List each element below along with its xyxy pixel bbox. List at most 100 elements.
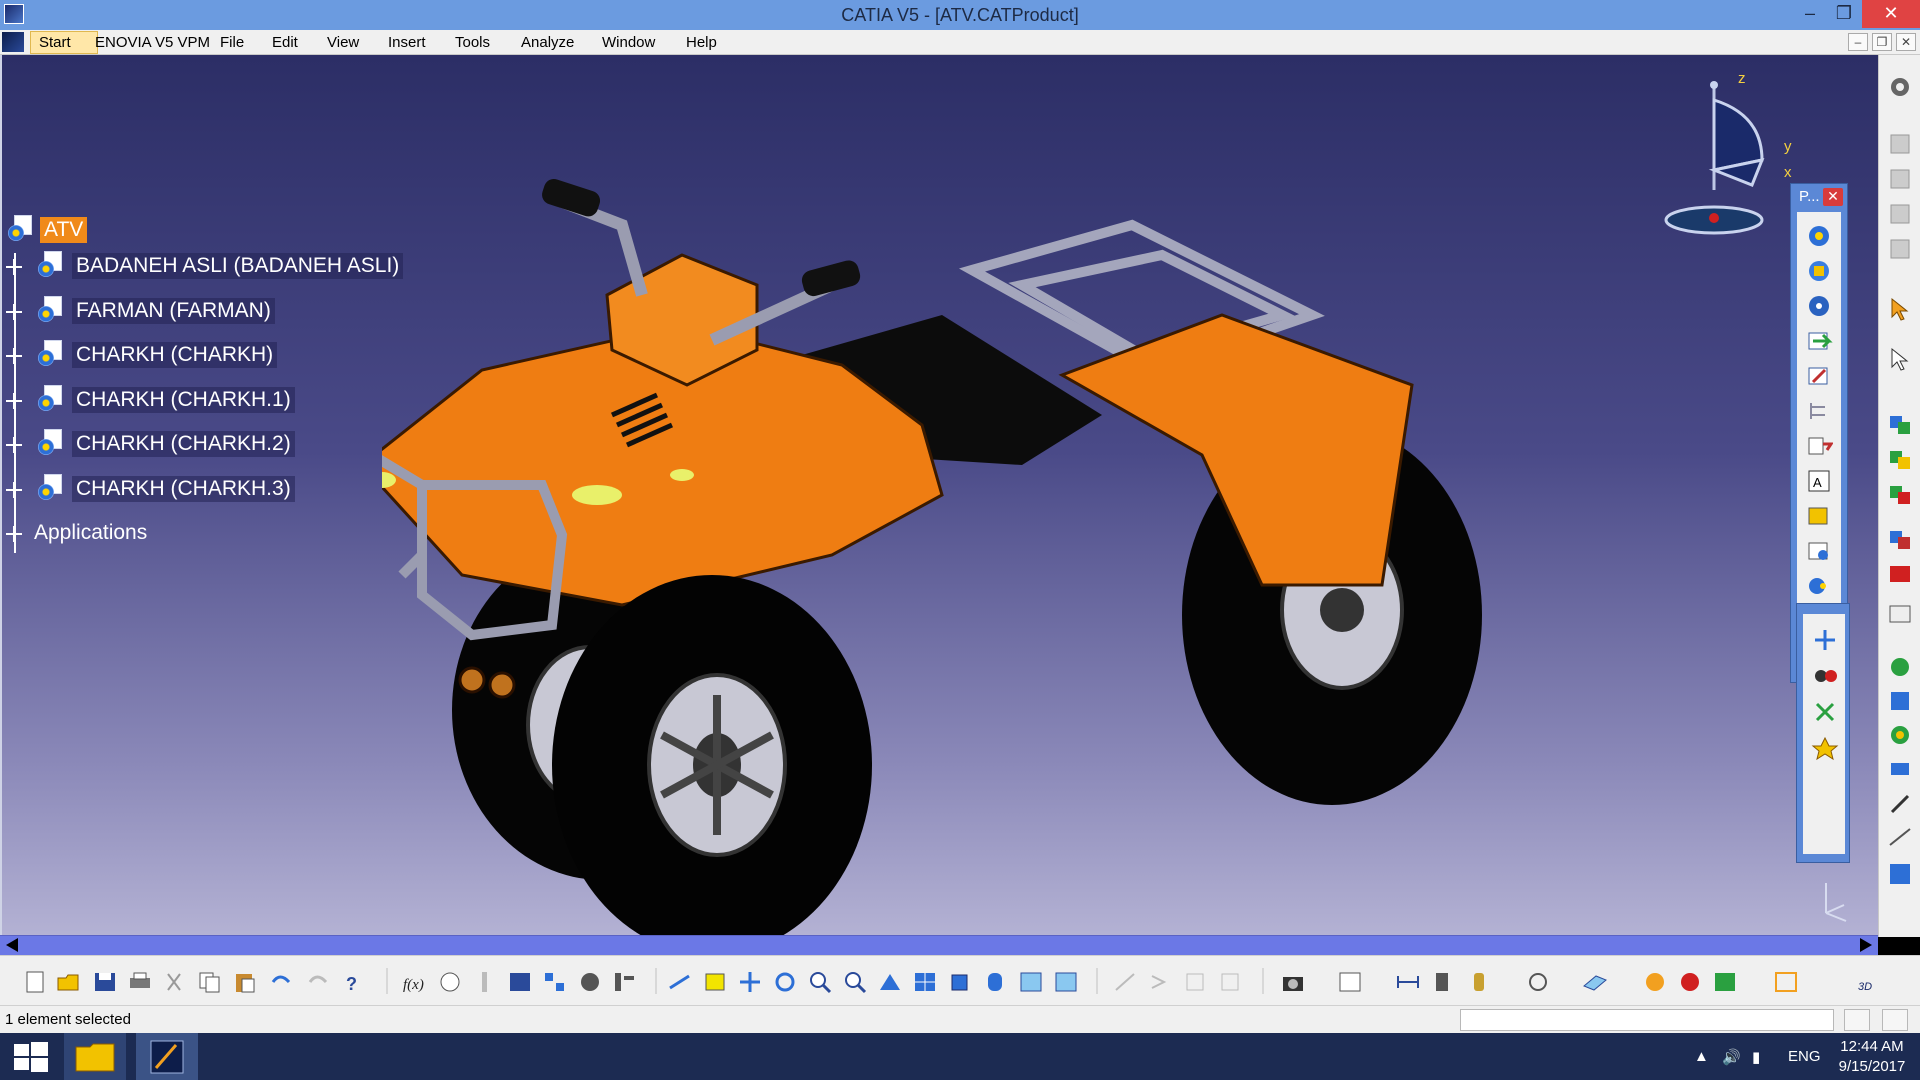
whats-this-icon[interactable]: ?	[342, 970, 368, 994]
manage-representations-icon[interactable]	[1805, 537, 1833, 565]
catalog-browser-icon[interactable]	[577, 970, 603, 994]
assembly-icon[interactable]	[1886, 200, 1914, 228]
table-icon[interactable]	[507, 970, 533, 994]
copy-view-icon[interactable]	[1183, 970, 1209, 994]
menu-analyze[interactable]: Analyze	[521, 34, 574, 51]
tree-node-label[interactable]: CHARKH (CHARKH)	[72, 342, 278, 368]
command-options-button[interactable]	[1844, 1009, 1870, 1031]
menu-window[interactable]: Window	[602, 34, 655, 51]
pan-icon[interactable]	[737, 970, 763, 994]
coincidence-constraint-icon[interactable]	[1886, 410, 1914, 438]
power-input-button[interactable]	[1882, 1009, 1908, 1031]
annotation-icon[interactable]	[1886, 825, 1914, 853]
doc-minimize-button[interactable]: –	[1848, 33, 1868, 51]
update-icon[interactable]	[1886, 653, 1914, 681]
paste-view-icon[interactable]	[1218, 970, 1244, 994]
zoom-in-icon[interactable]	[807, 970, 833, 994]
tree-root-label[interactable]: ATV	[40, 217, 88, 243]
select-arrow-icon[interactable]	[1886, 295, 1914, 323]
compass-widget[interactable]: z y x	[1662, 65, 1802, 235]
multi-view-icon[interactable]	[912, 970, 938, 994]
product-gear-icon[interactable]	[1805, 222, 1833, 250]
tray-overflow-icon[interactable]: ▲	[1694, 1048, 1709, 1065]
reload-icon[interactable]	[1525, 970, 1551, 994]
distance-analysis-icon[interactable]	[1886, 755, 1914, 783]
menu-help[interactable]: Help	[686, 34, 717, 51]
catia-taskbar-icon[interactable]	[136, 1033, 198, 1080]
iso-view-icon[interactable]	[947, 970, 973, 994]
tree-node-label[interactable]: BADANEH ASLI (BADANEH ASLI)	[72, 253, 404, 279]
atv-3d-model[interactable]	[382, 155, 1492, 937]
arrow-right-icon[interactable]	[1148, 970, 1174, 994]
contact-constraint-icon[interactable]	[1886, 445, 1914, 473]
save-icon[interactable]	[92, 970, 118, 994]
numbering-icon[interactable]: A	[1805, 467, 1833, 495]
explode-icon[interactable]	[1811, 662, 1839, 690]
menu-view[interactable]: View	[327, 34, 359, 51]
smart-tool-icon[interactable]	[1112, 970, 1138, 994]
gear-icon[interactable]	[1886, 73, 1914, 101]
reorder-icon[interactable]	[1805, 432, 1833, 460]
tree-node-label[interactable]: CHARKH (CHARKH.3)	[72, 476, 295, 502]
normal-view-icon[interactable]	[877, 970, 903, 994]
component-icon[interactable]	[1805, 292, 1833, 320]
multi-instantiation-icon[interactable]	[1805, 572, 1833, 600]
menu-start[interactable]: Start	[30, 31, 98, 54]
apply-material-icon[interactable]	[1712, 970, 1738, 994]
measure-item-icon[interactable]	[1430, 970, 1456, 994]
replace-component-icon[interactable]	[1805, 362, 1833, 390]
tree-node-label[interactable]: CHARKH (CHARKH.2)	[72, 431, 295, 457]
fly-mode-icon[interactable]	[667, 970, 693, 994]
redo-icon[interactable]	[305, 970, 331, 994]
smart-move-icon[interactable]	[1811, 734, 1839, 762]
swap-visible-space-icon[interactable]	[1053, 970, 1079, 994]
expand-icon[interactable]	[6, 437, 22, 453]
copy-icon[interactable]	[197, 970, 223, 994]
fit-all-icon[interactable]	[702, 970, 728, 994]
scroll-left-arrow-icon[interactable]	[6, 938, 18, 952]
tree-node-label[interactable]: CHARKH (CHARKH.1)	[72, 387, 295, 413]
menu-tools[interactable]: Tools	[455, 34, 490, 51]
shading-icon[interactable]	[982, 970, 1008, 994]
windows-start-icon[interactable]	[0, 1033, 62, 1080]
clash-analysis-icon[interactable]	[1886, 687, 1914, 715]
expand-icon[interactable]	[6, 393, 22, 409]
scene-icon[interactable]	[1337, 970, 1363, 994]
render-icon[interactable]	[1642, 970, 1668, 994]
fix-component-icon[interactable]	[1886, 560, 1914, 588]
scroll-right-arrow-icon[interactable]	[1860, 938, 1872, 952]
formula-icon[interactable]: f(x)	[402, 970, 428, 994]
open-icon[interactable]	[56, 970, 82, 994]
snap-icon[interactable]	[1811, 698, 1839, 726]
battery-icon[interactable]: ▮	[1752, 1048, 1760, 1066]
close-button[interactable]: ✕	[1862, 0, 1920, 28]
link-icon[interactable]	[472, 970, 498, 994]
new-icon[interactable]	[22, 970, 48, 994]
floating-toolbar-close-button[interactable]: ✕	[1823, 188, 1843, 206]
constraints-toolbar[interactable]	[1796, 603, 1850, 863]
measure-icon[interactable]	[1886, 790, 1914, 818]
tree-node-label[interactable]: FARMAN (FARMAN)	[72, 298, 275, 324]
plane-icon[interactable]	[1582, 970, 1608, 994]
expand-icon[interactable]	[6, 348, 22, 364]
hide-show-icon[interactable]	[1018, 970, 1044, 994]
offset-constraint-icon[interactable]	[1886, 480, 1914, 508]
fix-together-icon[interactable]	[1886, 600, 1914, 628]
expand-icon[interactable]	[6, 482, 22, 498]
grid-icon[interactable]	[1773, 970, 1799, 994]
zoom-out-icon[interactable]	[842, 970, 868, 994]
rotate-icon[interactable]	[772, 970, 798, 994]
menu-enovia[interactable]: ENOVIA V5 VPM	[95, 34, 210, 51]
tree-expand-icon[interactable]	[612, 970, 638, 994]
taskbar-clock[interactable]: 12:44 AM 9/15/2017	[1830, 1037, 1914, 1077]
floating-toolbar-header[interactable]: P... ✕	[1791, 184, 1847, 210]
expand-icon[interactable]	[6, 526, 22, 542]
3d-viewport[interactable]: ATV BADANEH ASLI (BADANEH ASLI) FARMAN (…	[0, 55, 1878, 937]
doc-close-button[interactable]: ✕	[1896, 33, 1916, 51]
expand-icon[interactable]	[6, 304, 22, 320]
part-gear-icon[interactable]	[1805, 257, 1833, 285]
language-indicator[interactable]: ENG	[1788, 1048, 1821, 1065]
undo-icon[interactable]	[268, 970, 294, 994]
graph-icon[interactable]	[542, 970, 568, 994]
applications-label[interactable]: Applications	[30, 520, 151, 546]
